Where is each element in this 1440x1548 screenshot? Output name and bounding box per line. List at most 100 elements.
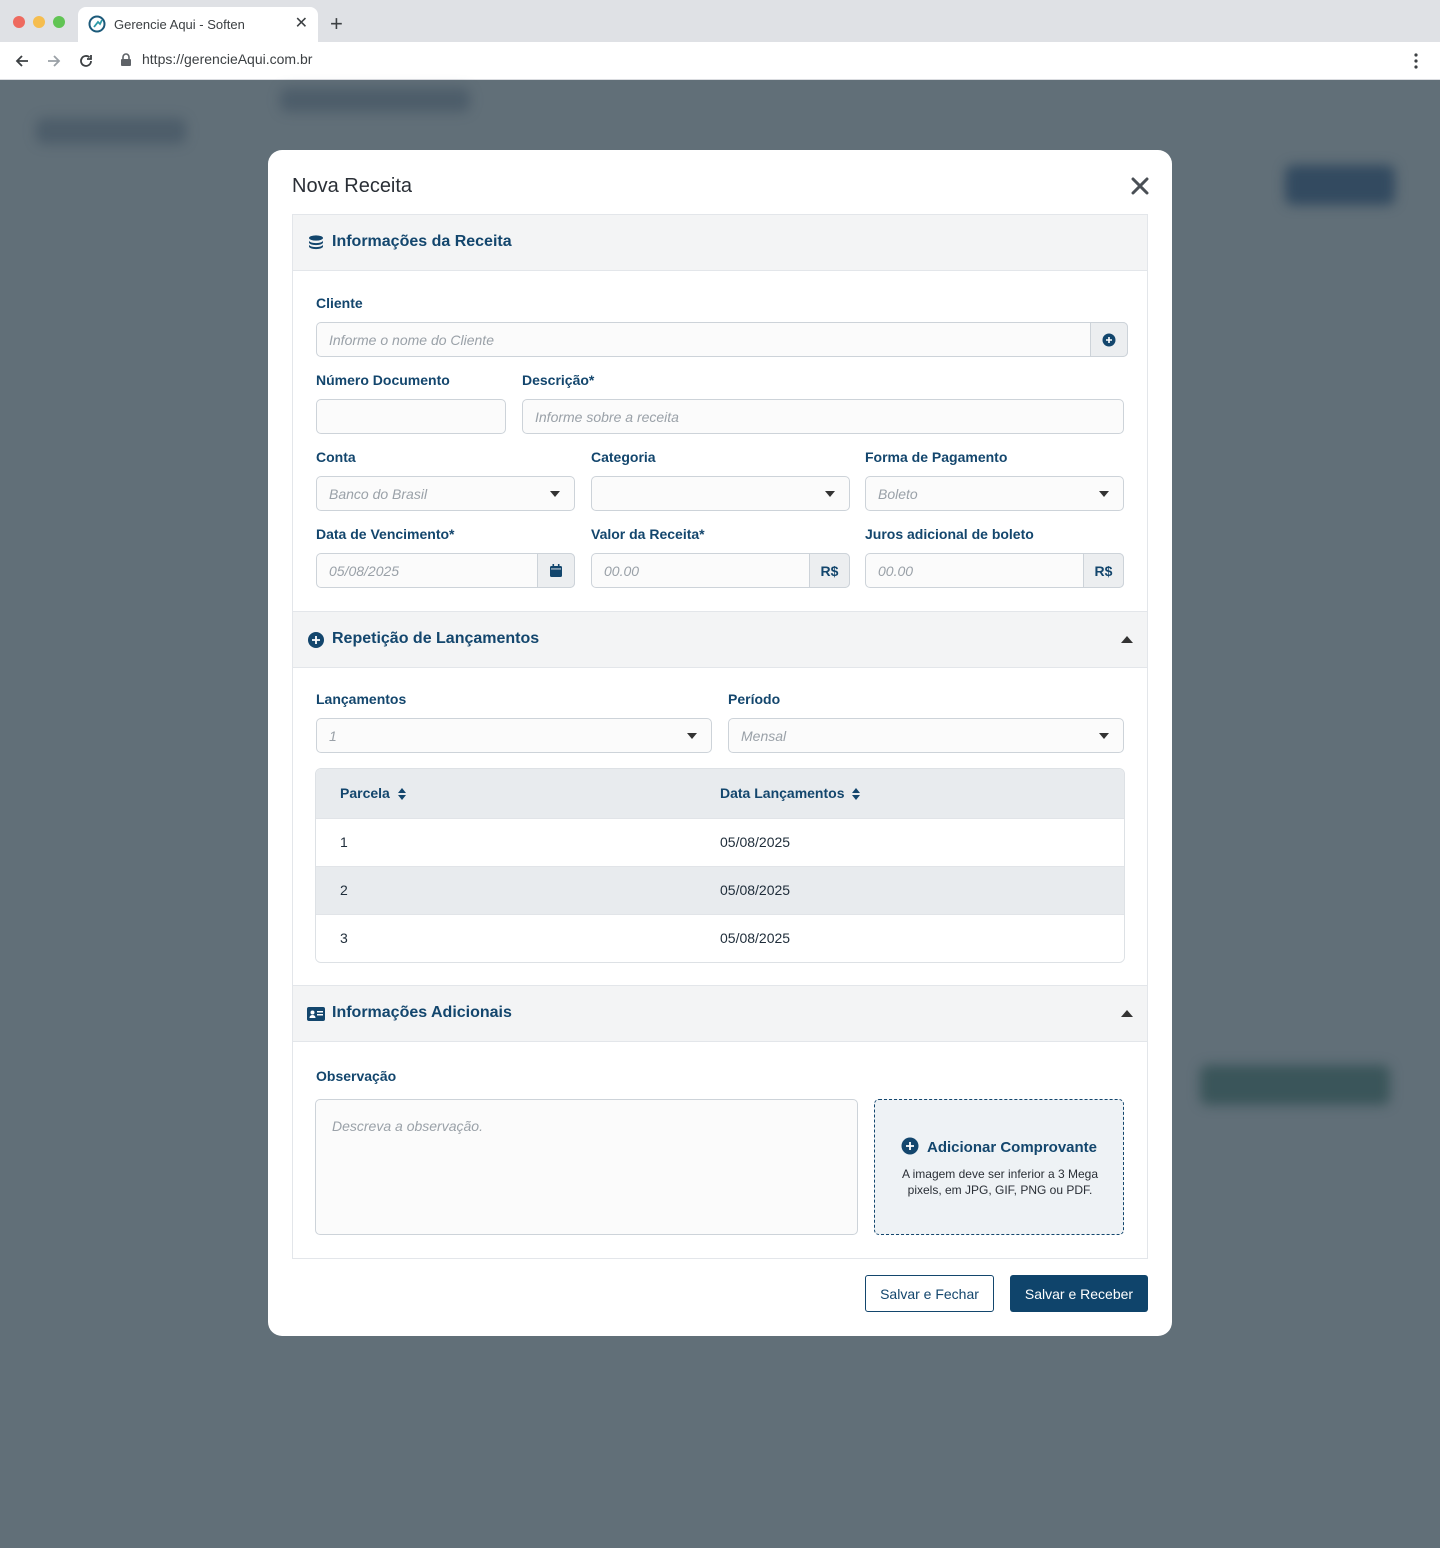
tab-title: Gerencie Aqui - Soften — [114, 17, 245, 32]
forward-arrow-icon[interactable] — [44, 51, 64, 71]
categoria-label: Categoria — [591, 449, 656, 465]
categoria-select[interactable] — [591, 476, 850, 511]
bg-button-blur — [1285, 165, 1395, 205]
window-maximize-dot[interactable] — [53, 16, 65, 28]
address-url[interactable]: https://gerencieAqui.com.br — [142, 51, 312, 67]
juros-boleto-input[interactable]: 00.00 R$ — [865, 553, 1124, 588]
parcela-cell: 2 — [340, 882, 348, 898]
caret-down-icon — [1099, 491, 1109, 497]
calendar-icon — [550, 564, 562, 577]
caret-up-icon[interactable] — [1121, 1009, 1133, 1017]
window-minimize-dot[interactable] — [33, 16, 45, 28]
periodo-select[interactable]: Mensal — [728, 718, 1124, 753]
observacao-label: Observação — [316, 1068, 397, 1084]
plus-circle-icon — [1102, 333, 1116, 346]
parcela-cell: 3 — [340, 930, 348, 946]
lancamentos-value: 1 — [329, 728, 337, 744]
sort-icon — [397, 788, 406, 801]
comprovante-help-text: A imagem deve ser inferior a 3 Mega pixe… — [901, 1167, 1099, 1197]
back-arrow-icon[interactable] — [12, 51, 32, 71]
repeticao-card: Repetição de Lançamentos Lançamentos 1 P… — [292, 611, 1148, 986]
sort-icon — [852, 788, 861, 801]
valor-receita-input[interactable]: 00.00 R$ — [591, 553, 850, 588]
descricao-label: Descrição* — [522, 372, 595, 388]
table-header: Parcela Data Lançamentos — [316, 769, 1124, 818]
descricao-input[interactable]: Informe sobre a receita — [522, 399, 1124, 434]
plus-circle-icon — [308, 632, 324, 648]
plus-circle-icon — [901, 1137, 919, 1155]
browser-address-bar: https://gerencieAqui.com.br — [0, 42, 1440, 80]
salvar-fechar-button[interactable]: Salvar e Fechar — [865, 1275, 994, 1312]
caret-down-icon — [1099, 733, 1109, 739]
cliente-placeholder: Informe o nome do Cliente — [329, 332, 494, 348]
reload-icon[interactable] — [76, 51, 96, 71]
lock-icon — [121, 53, 131, 66]
caret-down-icon — [687, 733, 697, 739]
table-row: 2 05/08/2025 — [316, 866, 1124, 914]
lancamentos-select[interactable]: 1 — [316, 718, 712, 753]
close-icon[interactable] — [1130, 176, 1150, 196]
conta-label: Conta — [316, 449, 356, 465]
parcelas-table: Parcela Data Lançamentos 1 05/08/2025 2 … — [315, 768, 1125, 963]
periodo-label: Período — [728, 691, 781, 707]
parcela-cell: 1 — [340, 834, 348, 850]
table-row: 3 05/08/2025 — [316, 914, 1124, 962]
repeticao-title: Repetição de Lançamentos — [332, 630, 540, 647]
periodo-value: Mensal — [741, 728, 787, 744]
adicionar-comprovante-dropzone[interactable]: Adicionar Comprovante A imagem deve ser … — [874, 1099, 1124, 1235]
caret-down-icon — [550, 491, 560, 497]
observacao-textarea[interactable]: Descreva a observação. — [315, 1099, 858, 1235]
repeticao-header[interactable]: Repetição de Lançamentos — [293, 612, 1147, 668]
info-receita-header: Informações da Receita — [293, 215, 1147, 271]
valor-receita-placeholder: 00.00 — [604, 563, 640, 579]
data-vencimento-input[interactable]: 05/08/2025 — [316, 553, 575, 588]
modal-title: Nova Receita — [292, 175, 413, 197]
data-vencimento-value: 05/08/2025 — [329, 563, 400, 579]
data-vencimento-label: Data de Vencimento* — [316, 526, 455, 542]
juros-currency-addon: R$ — [1083, 553, 1124, 588]
caret-down-icon — [825, 491, 835, 497]
descricao-placeholder: Informe sobre a receita — [535, 409, 679, 425]
valor-receita-label: Valor da Receita* — [591, 526, 705, 542]
juros-boleto-label: Juros adicional de boleto — [865, 526, 1034, 542]
tab-close-icon[interactable]: ✕ — [295, 15, 308, 33]
data-cell: 05/08/2025 — [720, 930, 791, 946]
juros-boleto-placeholder: 00.00 — [878, 563, 914, 579]
comprovante-title: Adicionar Comprovante — [875, 1137, 1123, 1156]
data-cell: 05/08/2025 — [720, 834, 791, 850]
bg-logo-blur — [36, 118, 186, 144]
browser-tab[interactable]: Gerencie Aqui - Soften ✕ — [78, 7, 318, 42]
bg-footer-button-blur — [1200, 1065, 1390, 1105]
observacao-placeholder: Descreva a observação. — [332, 1118, 483, 1134]
new-tab-icon[interactable]: + — [330, 12, 343, 36]
adicionais-card: Informações Adicionais Observação Descre… — [292, 985, 1148, 1259]
th-parcela[interactable]: Parcela — [340, 785, 406, 801]
window-close-dot[interactable] — [13, 16, 25, 28]
calendar-button[interactable] — [537, 553, 575, 588]
bg-header-blur — [280, 88, 470, 112]
th-data-lancamentos[interactable]: Data Lançamentos — [720, 785, 861, 801]
adicionais-title: Informações Adicionais — [332, 1004, 512, 1021]
numero-documento-input[interactable] — [316, 399, 506, 434]
nova-receita-modal: Nova Receita Informações da Receita Clie… — [268, 150, 1172, 1336]
adicionais-header[interactable]: Informações Adicionais — [293, 986, 1147, 1042]
salvar-receber-button[interactable]: Salvar e Receber — [1010, 1275, 1148, 1312]
site-logo-icon — [88, 15, 106, 33]
caret-up-icon[interactable] — [1121, 635, 1133, 643]
data-cell: 05/08/2025 — [720, 882, 791, 898]
browser-menu-icon[interactable] — [1406, 51, 1426, 71]
valor-currency-addon: R$ — [809, 553, 850, 588]
conta-select[interactable]: Banco do Brasil — [316, 476, 575, 511]
info-receita-title: Informações da Receita — [332, 233, 512, 250]
browser-tab-strip: Gerencie Aqui - Soften ✕ + — [0, 0, 1440, 42]
cliente-input[interactable]: Informe o nome do Cliente — [316, 322, 1128, 357]
forma-pagamento-value: Boleto — [878, 486, 918, 502]
cliente-label: Cliente — [316, 295, 363, 311]
forma-pagamento-select[interactable]: Boleto — [865, 476, 1124, 511]
id-card-icon — [307, 1007, 325, 1021]
conta-value: Banco do Brasil — [329, 486, 428, 502]
add-cliente-button[interactable] — [1090, 322, 1128, 357]
numero-documento-label: Número Documento — [316, 372, 450, 388]
forma-pagamento-label: Forma de Pagamento — [865, 449, 1008, 465]
lancamentos-label: Lançamentos — [316, 691, 407, 707]
